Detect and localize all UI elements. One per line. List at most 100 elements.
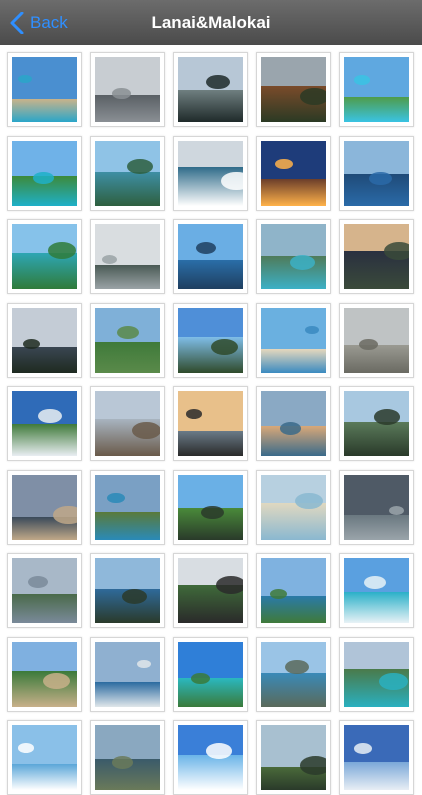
photo-thumbnail[interactable]: [7, 219, 82, 294]
photo-thumbnail[interactable]: [173, 553, 248, 628]
photo-thumbnail[interactable]: [90, 636, 165, 712]
photo-foreground: [12, 346, 77, 373]
photo-thumbnail[interactable]: [90, 219, 165, 294]
photo-foreground: [95, 171, 160, 206]
photo-thumbnail[interactable]: [173, 720, 248, 795]
photo-image: [344, 57, 409, 122]
photo-image: [261, 57, 326, 122]
photo-image: [344, 558, 409, 623]
photo-thumbnail[interactable]: [256, 469, 331, 545]
photo-image: [178, 140, 243, 206]
photo-foreground: [261, 673, 326, 707]
photo-foreground: [95, 682, 160, 707]
photo-thumbnail[interactable]: [7, 135, 82, 211]
photo-foreground: [12, 99, 77, 122]
photo-detail: [33, 171, 54, 185]
photo-detail: [384, 242, 409, 260]
photo-thumbnail[interactable]: [256, 553, 331, 628]
photo-image: [178, 57, 243, 122]
photo-detail: [280, 422, 301, 435]
photo-image: [344, 725, 409, 790]
photo-thumbnail[interactable]: [7, 553, 82, 628]
photo-thumbnail[interactable]: [173, 636, 248, 712]
photo-detail: [285, 659, 309, 674]
photo-thumbnail[interactable]: [256, 135, 331, 211]
photo-detail: [364, 576, 386, 590]
back-button[interactable]: Back: [10, 0, 68, 45]
photo-image: [261, 224, 326, 289]
photo-thumbnail[interactable]: [90, 135, 165, 211]
photo-foreground: [344, 591, 409, 623]
photo-thumbnail[interactable]: [173, 386, 248, 461]
photo-detail: [18, 75, 32, 84]
photo-detail: [211, 338, 238, 355]
photo-thumbnail[interactable]: [339, 135, 414, 211]
photo-thumbnail[interactable]: [339, 219, 414, 294]
photo-foreground: [178, 90, 243, 122]
photo-thumbnail[interactable]: [90, 386, 165, 461]
photo-detail: [191, 672, 210, 684]
photo-thumbnail[interactable]: [256, 636, 331, 712]
photo-image: [178, 558, 243, 623]
photo-thumbnail[interactable]: [173, 219, 248, 294]
photo-detail: [122, 589, 147, 604]
photo-thumbnail[interactable]: [256, 302, 331, 378]
photo-thumbnail[interactable]: [339, 553, 414, 628]
photo-detail: [290, 255, 315, 270]
photo-thumbnail[interactable]: [90, 720, 165, 795]
photo-detail: [295, 492, 323, 510]
photo-foreground: [12, 253, 77, 289]
photo-detail: [354, 75, 370, 85]
photo-thumbnail[interactable]: [7, 52, 82, 127]
photo-thumbnail[interactable]: [339, 720, 414, 795]
photo-thumbnail[interactable]: [7, 636, 82, 712]
photo-foreground: [12, 764, 77, 790]
photo-thumbnail[interactable]: [7, 302, 82, 378]
photo-detail: [112, 756, 133, 769]
photo-image: [178, 391, 243, 456]
photo-foreground: [261, 178, 326, 206]
photo-detail: [354, 743, 372, 754]
chevron-left-icon: [10, 11, 24, 34]
photo-thumbnail[interactable]: [339, 52, 414, 127]
photo-image: [261, 558, 326, 623]
photo-foreground: [178, 430, 243, 456]
photo-thumbnail[interactable]: [339, 302, 414, 378]
photo-foreground: [344, 97, 409, 122]
photo-image: [261, 474, 326, 540]
photo-image: [178, 641, 243, 707]
photo-thumbnail[interactable]: [173, 135, 248, 211]
photo-foreground: [95, 341, 160, 373]
photo-thumbnail[interactable]: [339, 469, 414, 545]
photo-thumbnail[interactable]: [173, 52, 248, 127]
photo-thumbnail[interactable]: [90, 52, 165, 127]
photo-image: [178, 725, 243, 790]
back-label: Back: [30, 12, 68, 32]
photo-thumbnail[interactable]: [7, 720, 82, 795]
photo-image: [95, 307, 160, 373]
photo-image: [261, 391, 326, 456]
photo-foreground: [261, 349, 326, 373]
photo-thumbnail[interactable]: [256, 219, 331, 294]
photo-thumbnail[interactable]: [7, 386, 82, 461]
photo-detail: [186, 409, 202, 419]
photo-image: [344, 391, 409, 456]
photo-image: [178, 307, 243, 373]
photo-thumbnail[interactable]: [90, 302, 165, 378]
photo-thumbnail[interactable]: [90, 553, 165, 628]
photo-thumbnail[interactable]: [339, 386, 414, 461]
photo-thumbnail[interactable]: [256, 720, 331, 795]
photo-thumbnail[interactable]: [339, 636, 414, 712]
photo-image: [261, 725, 326, 790]
photo-thumbnail[interactable]: [256, 386, 331, 461]
photo-thumbnail[interactable]: [256, 52, 331, 127]
photo-thumbnail[interactable]: [173, 469, 248, 545]
photo-image: [12, 391, 77, 456]
photo-thumbnail[interactable]: [90, 469, 165, 545]
photo-foreground: [344, 421, 409, 456]
photo-image: [95, 474, 160, 540]
photo-thumbnail[interactable]: [173, 302, 248, 378]
photo-thumbnail[interactable]: [7, 469, 82, 545]
photo-foreground: [95, 264, 160, 289]
photo-detail: [206, 743, 232, 759]
